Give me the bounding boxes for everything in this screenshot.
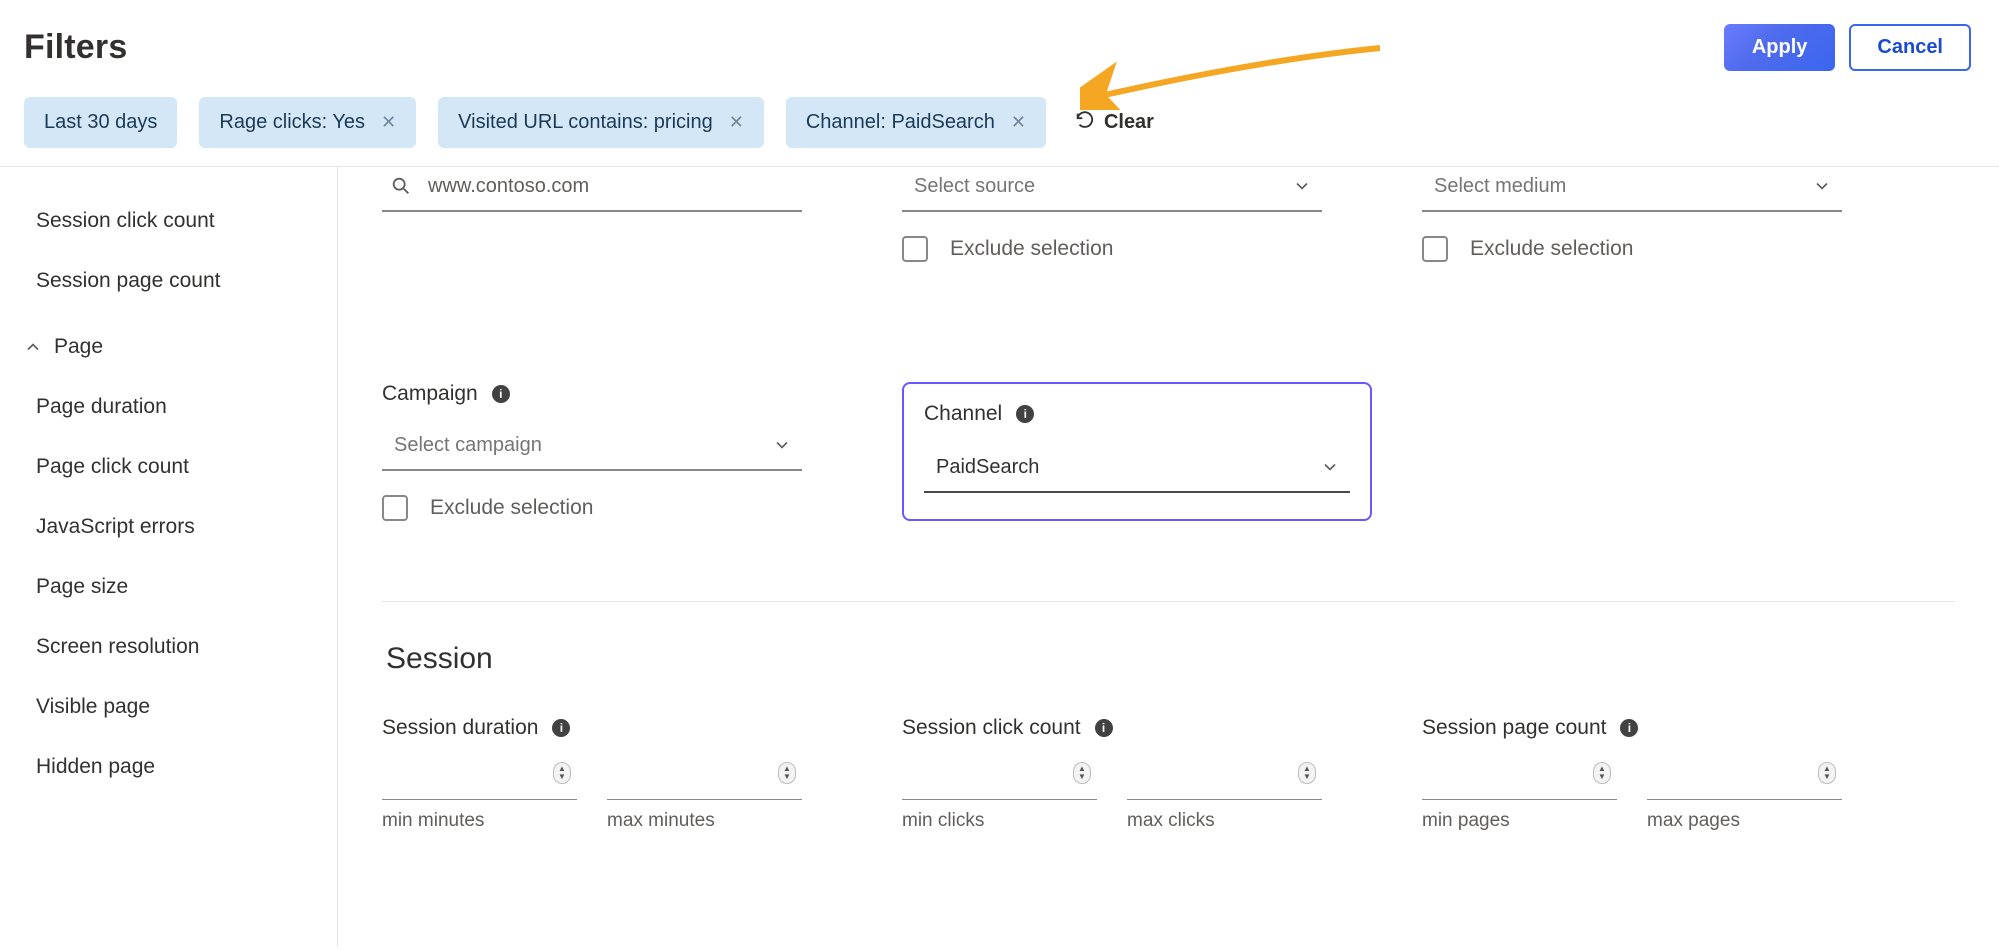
sidebar-item-page-click-count[interactable]: Page click count [22,437,337,497]
exclude-label: Exclude selection [430,496,593,520]
chip-rage-clicks[interactable]: Rage clicks: Yes ✕ [199,97,416,148]
main-panel: Exclude selection Exclude selection [338,167,1999,947]
medium-select[interactable] [1422,167,1842,212]
exclude-label: Exclude selection [1470,237,1633,261]
visited-url-input[interactable] [382,167,802,212]
session-clicks-min-input[interactable] [902,758,1097,800]
sidebar: Session click count Session page count P… [0,167,338,947]
sidebar-item-session-click-count[interactable]: Session click count [22,191,337,251]
stepper-icon[interactable]: ▲▼ [1593,762,1611,784]
chip-label: Rage clicks: Yes [219,111,365,134]
chip-label: Last 30 days [44,111,157,134]
filter-chips-row: Last 30 days Rage clicks: Yes ✕ Visited … [0,71,1999,167]
chip-visited-url[interactable]: Visited URL contains: pricing ✕ [438,97,764,148]
exclude-label: Exclude selection [950,237,1113,261]
sidebar-item-screen-resolution[interactable]: Screen resolution [22,617,337,677]
info-icon[interactable]: i [552,719,570,737]
chip-remove-icon[interactable]: ✕ [1011,112,1026,133]
info-icon[interactable]: i [492,385,510,403]
sidebar-item-hidden-page[interactable]: Hidden page [22,737,337,797]
search-icon [390,175,412,202]
campaign-select[interactable] [382,424,802,471]
chip-channel[interactable]: Channel: PaidSearch ✕ [786,97,1046,148]
session-click-count-label: Session click count [902,716,1081,740]
min-clicks-hint: min clicks [902,810,1097,832]
sidebar-group-label: Page [54,335,103,359]
chip-remove-icon[interactable]: ✕ [381,112,396,133]
max-clicks-hint: max clicks [1127,810,1322,832]
stepper-icon[interactable]: ▲▼ [553,762,571,784]
exclude-medium-checkbox[interactable] [1422,236,1448,262]
chip-date-range[interactable]: Last 30 days [24,97,177,148]
max-pages-hint: max pages [1647,810,1842,832]
min-pages-hint: min pages [1422,810,1617,832]
info-icon[interactable]: i [1620,719,1638,737]
sidebar-group-page[interactable]: Page [22,311,337,377]
campaign-label: Campaign [382,382,478,406]
session-pages-min-input[interactable] [1422,758,1617,800]
sidebar-item-page-size[interactable]: Page size [22,557,337,617]
sidebar-item-page-duration[interactable]: Page duration [22,377,337,437]
page-title: Filters [24,28,127,67]
exclude-source-checkbox[interactable] [902,236,928,262]
session-clicks-max-input[interactable] [1127,758,1322,800]
divider [382,601,1955,602]
clear-filters-button[interactable]: Clear [1074,109,1154,137]
channel-field-focused: Channel i [902,382,1372,521]
session-section-title: Session [386,642,1955,676]
channel-select[interactable] [924,446,1350,493]
exclude-campaign-checkbox[interactable] [382,495,408,521]
channel-label: Channel [924,402,1002,426]
clear-label: Clear [1104,111,1154,134]
session-page-count-label: Session page count [1422,716,1606,740]
sidebar-item-session-page-count[interactable]: Session page count [22,251,337,311]
apply-button[interactable]: Apply [1724,24,1836,71]
session-pages-max-input[interactable] [1647,758,1842,800]
max-minutes-hint: max minutes [607,810,802,832]
sidebar-item-js-errors[interactable]: JavaScript errors [22,497,337,557]
chip-label: Visited URL contains: pricing [458,111,713,134]
chevron-up-icon [22,337,44,357]
stepper-icon[interactable]: ▲▼ [1073,762,1091,784]
cancel-button[interactable]: Cancel [1849,24,1971,71]
stepper-icon[interactable]: ▲▼ [778,762,796,784]
session-duration-label: Session duration [382,716,538,740]
chip-remove-icon[interactable]: ✕ [729,112,744,133]
chip-label: Channel: PaidSearch [806,111,995,134]
sidebar-item-visible-page[interactable]: Visible page [22,677,337,737]
undo-icon [1074,109,1096,137]
info-icon[interactable]: i [1016,405,1034,423]
min-minutes-hint: min minutes [382,810,577,832]
session-duration-min-input[interactable] [382,758,577,800]
stepper-icon[interactable]: ▲▼ [1818,762,1836,784]
session-duration-max-input[interactable] [607,758,802,800]
source-select[interactable] [902,167,1322,212]
stepper-icon[interactable]: ▲▼ [1298,762,1316,784]
info-icon[interactable]: i [1095,719,1113,737]
